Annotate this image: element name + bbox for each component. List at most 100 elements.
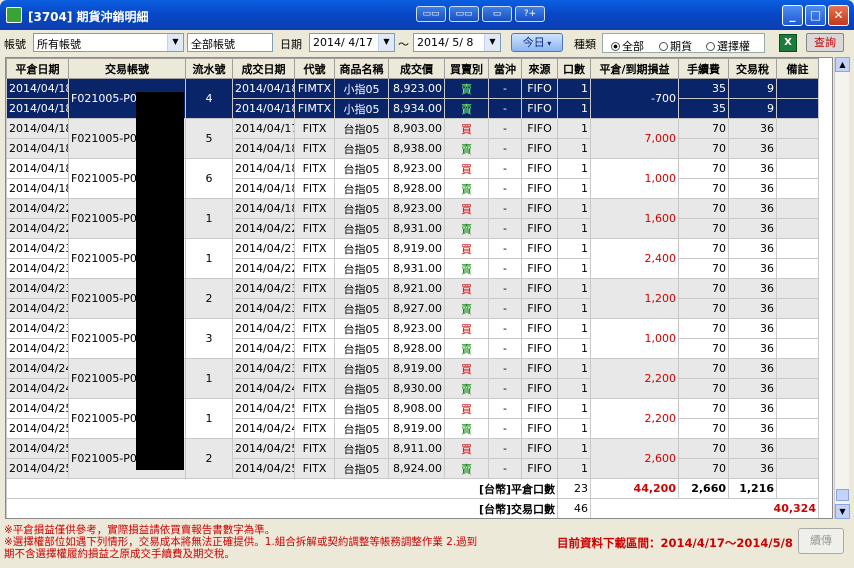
side-cell: 買 [444, 198, 489, 219]
excel-export-icon[interactable]: X [779, 34, 797, 52]
side-cell: 買 [444, 158, 489, 179]
continue-button[interactable]: 續傳 [798, 528, 844, 554]
remark-cell [776, 118, 819, 139]
column-header[interactable]: 交易帳號 [68, 58, 186, 79]
summary-close-pl: 44,200 [590, 478, 679, 499]
table-row[interactable]: 2014/04/24 F021005-P05 1 2014/04/23 FITX 台指05… [6, 358, 819, 399]
column-header[interactable]: 成交日期 [232, 58, 295, 79]
close-date-cell: 2014/04/18 [6, 158, 69, 179]
daytrade-cell: - [488, 238, 522, 259]
column-header[interactable]: 平倉日期 [6, 58, 69, 79]
tax-cell: 36 [728, 258, 777, 279]
close-date-cell: 2014/04/22 [6, 198, 69, 219]
table-row[interactable]: 2014/04/23 F021005-P05 2 2014/04/23 FITX 台指05… [6, 278, 819, 319]
date-to-value: 2014/ 5/ 8 [417, 36, 474, 49]
help-icon[interactable]: ?+ [515, 6, 545, 22]
close-date-cell: 2014/04/24 [6, 358, 69, 379]
table-row[interactable]: 2014/04/25 F021005-P05 1 2014/04/25 FITX 台指05… [6, 398, 819, 439]
product-cell: 台指05 [334, 418, 389, 439]
serial-cell: 2 [185, 278, 233, 319]
tax-cell: 36 [728, 378, 777, 399]
remark-cell [776, 278, 819, 299]
account-select[interactable]: 所有帳號 ▼ [33, 33, 184, 52]
close-date-cell: 2014/04/23 [6, 298, 69, 319]
date-to-picker[interactable]: 2014/ 5/ 8 ▼ [413, 33, 501, 52]
fee-cell: 70 [678, 398, 729, 419]
query-button[interactable]: 查詢 [806, 33, 844, 52]
table-row[interactable]: 2014/04/18 F021005-P05 6 2014/04/18 FITX 台指05… [6, 158, 819, 199]
summary-close-label: [台幣]平倉口數 [6, 478, 558, 499]
date-from-picker[interactable]: 2014/ 4/17 ▼ [309, 33, 395, 52]
fee-cell: 70 [678, 358, 729, 379]
code-cell: FITX [294, 298, 335, 319]
daytrade-cell: - [488, 258, 522, 279]
trade-date-cell: 2014/04/18 [232, 178, 295, 199]
source-cell: FIFO [521, 378, 558, 399]
source-cell: FIFO [521, 438, 558, 459]
column-header[interactable]: 成交價 [388, 58, 445, 79]
window-title: [3704] 期貨沖銷明細 [28, 10, 149, 24]
daytrade-cell: - [488, 438, 522, 459]
window-tile-icon[interactable]: ▭▭ [416, 6, 446, 22]
code-cell: FITX [294, 198, 335, 219]
close-button[interactable]: ✕ [828, 5, 849, 26]
column-header[interactable]: 商品名稱 [334, 58, 389, 79]
table-row[interactable]: 2014/04/18 F021005-P05 4 2014/04/18 FIMTX 小指0… [6, 78, 819, 119]
summary-row-trade: [台幣]交易口數 46 40,324 [6, 498, 819, 518]
tax-cell: 36 [728, 398, 777, 419]
table-row[interactable]: 2014/04/23 F021005-P05 1 2014/04/23 FITX 台指05… [6, 238, 819, 279]
serial-cell: 3 [185, 318, 233, 359]
scroll-up-icon[interactable]: ▲ [835, 57, 850, 72]
column-header[interactable]: 當沖 [488, 58, 522, 79]
side-cell: 賣 [444, 418, 489, 439]
column-header[interactable]: 口數 [557, 58, 591, 79]
column-header[interactable]: 手續費 [678, 58, 729, 79]
source-cell: FIFO [521, 98, 558, 119]
side-cell: 賣 [444, 258, 489, 279]
column-header[interactable]: 代號 [294, 58, 335, 79]
side-cell: 賣 [444, 138, 489, 159]
table-row[interactable]: 2014/04/22 F021005-P05 1 2014/04/18 FITX 台指05… [6, 198, 819, 239]
fee-cell: 70 [678, 378, 729, 399]
column-header[interactable]: 備註 [776, 58, 819, 79]
account-name-field[interactable]: 全部帳號 [187, 33, 273, 52]
maximize-button[interactable]: □ [805, 5, 826, 26]
tax-cell: 9 [728, 78, 777, 99]
trade-date-cell: 2014/04/25 [232, 438, 295, 459]
column-header[interactable]: 交易稅 [728, 58, 777, 79]
product-cell: 台指05 [334, 378, 389, 399]
settlement-table-body: 平倉日期 交易帳號 流水號 成交日期 代號 商品名稱 成交價 買賣別 當沖 來源 口數 平倉/到期損益… [6, 58, 819, 518]
radio-icon [659, 42, 668, 51]
remark-cell [776, 158, 819, 179]
type-label: 種類 [574, 38, 596, 51]
source-cell: FIFO [521, 258, 558, 279]
column-header[interactable]: 流水號 [185, 58, 233, 79]
table-row[interactable]: 2014/04/25 F021005-P05 2 2014/04/25 FITX 台指05… [6, 438, 819, 479]
close-date-cell: 2014/04/25 [6, 418, 69, 439]
table-row[interactable]: 2014/04/18 F021005-P05 5 2014/04/17 FITX 台指05… [6, 118, 819, 159]
pl-cell: -700 [590, 78, 679, 119]
type-radio-options-label: 選擇權 [717, 40, 750, 53]
pl-cell: 2,600 [590, 438, 679, 479]
scroll-thumb[interactable] [836, 489, 849, 501]
today-button[interactable]: 今日 ▾ [511, 33, 563, 52]
window-cascade-icon[interactable]: ▭▭ [449, 6, 479, 22]
minimize-button[interactable]: _ [782, 5, 803, 26]
product-cell: 台指05 [334, 398, 389, 419]
type-radio-all[interactable]: 全部 [611, 38, 644, 54]
table-row[interactable]: 2014/04/23 F021005-P05 3 2014/04/23 FITX 台指05… [6, 318, 819, 359]
window-fit-icon[interactable]: ▭ [482, 6, 512, 22]
daytrade-cell: - [488, 338, 522, 359]
remark-cell [776, 438, 819, 459]
column-header[interactable]: 來源 [521, 58, 558, 79]
column-header[interactable]: 買賣別 [444, 58, 489, 79]
type-radio-options[interactable]: 選擇權 [706, 38, 750, 54]
remark-cell [776, 478, 819, 499]
source-cell: FIFO [521, 158, 558, 179]
scroll-down-icon[interactable]: ▼ [835, 504, 850, 519]
price-cell: 8,928.00 [388, 178, 445, 199]
column-header[interactable]: 平倉/到期損益 [590, 58, 679, 79]
vertical-scrollbar[interactable]: ▲ ▼ [834, 57, 850, 519]
date-separator: 〜 [398, 38, 409, 51]
type-radio-futures[interactable]: 期貨 [659, 38, 692, 54]
